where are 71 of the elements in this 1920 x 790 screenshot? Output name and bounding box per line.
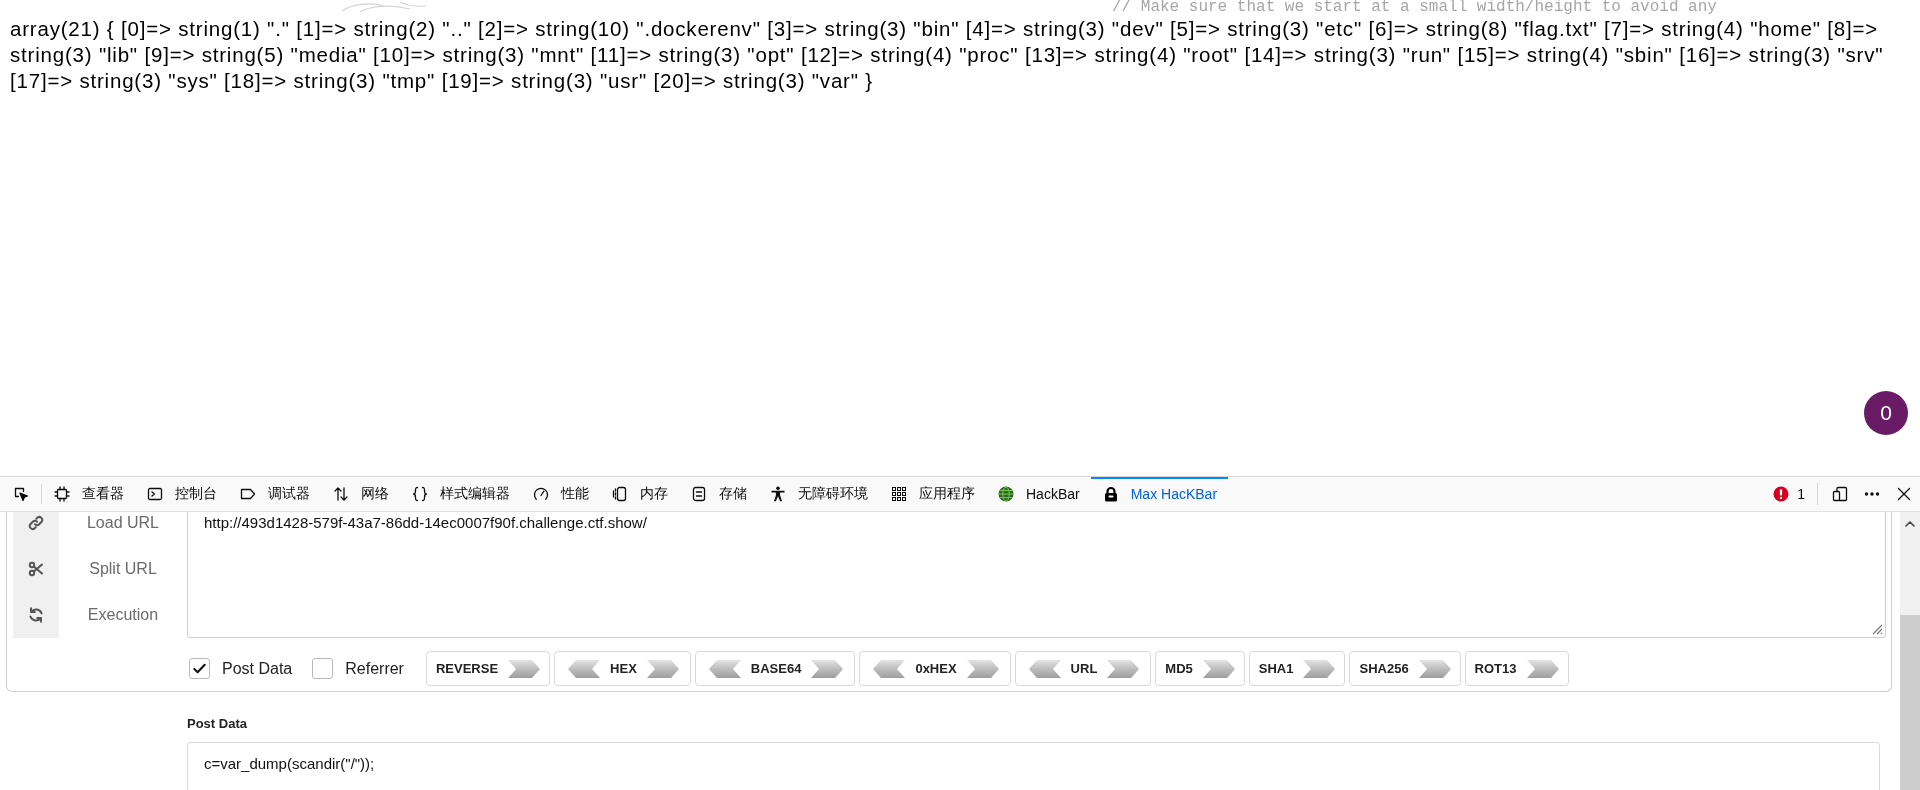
action-button[interactable]: Split URL — [89, 559, 157, 579]
devtools-tab[interactable]: 存储 — [679, 477, 758, 511]
error-count-button[interactable]: 1 — [1765, 486, 1813, 502]
devices-icon[interactable] — [1832, 486, 1848, 502]
refresh-icon[interactable] — [28, 607, 44, 623]
encoder-button[interactable]: MD5 — [1155, 651, 1245, 686]
chip-icon — [54, 486, 70, 502]
chevron-left-icon — [568, 659, 601, 678]
devtools-tab[interactable]: 查看器 — [42, 477, 135, 511]
braces-icon — [412, 486, 428, 502]
url-input[interactable]: http://493d1428-579f-43a7-86dd-14ec0007f90f.challenge.ctf.show/ — [187, 512, 1886, 638]
encoder-button[interactable]: ROT13 — [1464, 651, 1569, 686]
chevron-left-icon — [1028, 659, 1061, 678]
devtools-tab[interactable]: 网络 — [321, 477, 400, 511]
scrollbar-thumb[interactable] — [1900, 615, 1920, 790]
chevron-right-icon — [1418, 659, 1451, 678]
devtools-tab[interactable]: 性能 — [521, 477, 600, 511]
error-icon — [1773, 486, 1790, 502]
counter-badge[interactable]: 0 — [1864, 391, 1908, 435]
encoder-button[interactable]: SHA256 — [1349, 651, 1461, 686]
chevron-left-icon — [708, 659, 741, 678]
scissors-icon[interactable] — [28, 561, 44, 577]
post-data-input[interactable]: c=var_dump(scandir("/")); — [187, 742, 1880, 790]
up-down-arrows-icon — [333, 486, 349, 502]
checkbox-label: Referrer — [345, 659, 404, 678]
checkbox[interactable] — [189, 658, 210, 679]
section-label: Post Data — [187, 716, 248, 732]
encoder-button[interactable]: BASE64 — [694, 651, 856, 686]
devtools-tab[interactable]: 内存 — [600, 477, 679, 511]
encoder-button[interactable]: REVERSE — [425, 651, 551, 686]
gauge-icon — [533, 486, 549, 502]
checkbox-label: Post Data — [222, 659, 293, 678]
chevron-right-icon — [811, 659, 844, 678]
chevron-right-icon — [1526, 659, 1559, 678]
encoder-button[interactable]: SHA1 — [1248, 651, 1346, 686]
chevron-right-icon — [1303, 659, 1336, 678]
person-icon — [770, 486, 786, 502]
action-button[interactable]: Load URL — [86, 513, 159, 533]
grid-icon — [891, 486, 907, 502]
encoder-button[interactable]: HEX — [554, 651, 691, 686]
terminal-icon — [147, 486, 163, 502]
element-picker-icon[interactable] — [13, 486, 29, 502]
tag-icon — [240, 486, 256, 502]
chevron-right-icon — [966, 659, 999, 678]
storage-icon — [691, 486, 707, 502]
devtools-tab[interactable]: 样式编辑器 — [400, 477, 521, 511]
scrollbar-track[interactable] — [1900, 512, 1920, 790]
chevron-right-icon — [508, 659, 541, 678]
encoder-button[interactable]: URL — [1014, 651, 1152, 686]
action-button[interactable]: Execution — [87, 605, 159, 625]
devtools-tab[interactable]: 应用程序 — [879, 477, 986, 511]
globe-icon — [998, 486, 1014, 502]
close-icon[interactable] — [1896, 486, 1912, 502]
chevron-right-icon — [646, 659, 679, 678]
encoder-button[interactable]: 0xHEX — [859, 651, 1011, 686]
checkbox[interactable] — [312, 658, 334, 679]
scroll-up-icon[interactable] — [1905, 520, 1915, 527]
chevron-right-icon — [1202, 659, 1235, 678]
devtools-tab[interactable]: 控制台 — [135, 477, 228, 511]
devtools-tab[interactable]: HackBar — [986, 477, 1091, 511]
devtools-tab[interactable]: 无障碍环境 — [758, 477, 879, 511]
chevron-right-icon — [1107, 659, 1140, 678]
vibrating-phone-icon — [612, 486, 628, 502]
checkmark-icon — [192, 661, 207, 676]
padlock-icon — [1102, 486, 1119, 502]
faded-code-comment: // Make sure that we start at a small width/height to avoid any — [1112, 0, 1717, 15]
link-icon[interactable] — [28, 515, 44, 531]
chevron-left-icon — [873, 659, 906, 678]
var-dump-output: array(21) { [0]=> string(1) "." [1]=> string(2) ".." [2]=> string(10) ".dockerenv" [3]=> string(3) "bin" [4]=> string(3) "dev" [5]=> string(3) "etc" [6]=> string(8) "flag.txt" [7]=> string(4) "home" [8]=> string(3) "lib" [9]=> string(5) "media" [10]=> string(3) "mnt" [11]=> string(3) "opt" [12]=> string(4) "proc" [13]=> string(4) "root" [14]=> string(3) "run" [15]=> string(4) "sbin" [16]=> string(3) "srv" [17]=> string(3) "sys" [18]=> string(3) "tmp" [19]=> string(3) "usr" [20]=> string(3) "var" } — [10, 16, 1885, 94]
resize-grip-icon[interactable] — [1870, 622, 1883, 635]
devtools-tab[interactable]: 调试器 — [228, 477, 321, 511]
